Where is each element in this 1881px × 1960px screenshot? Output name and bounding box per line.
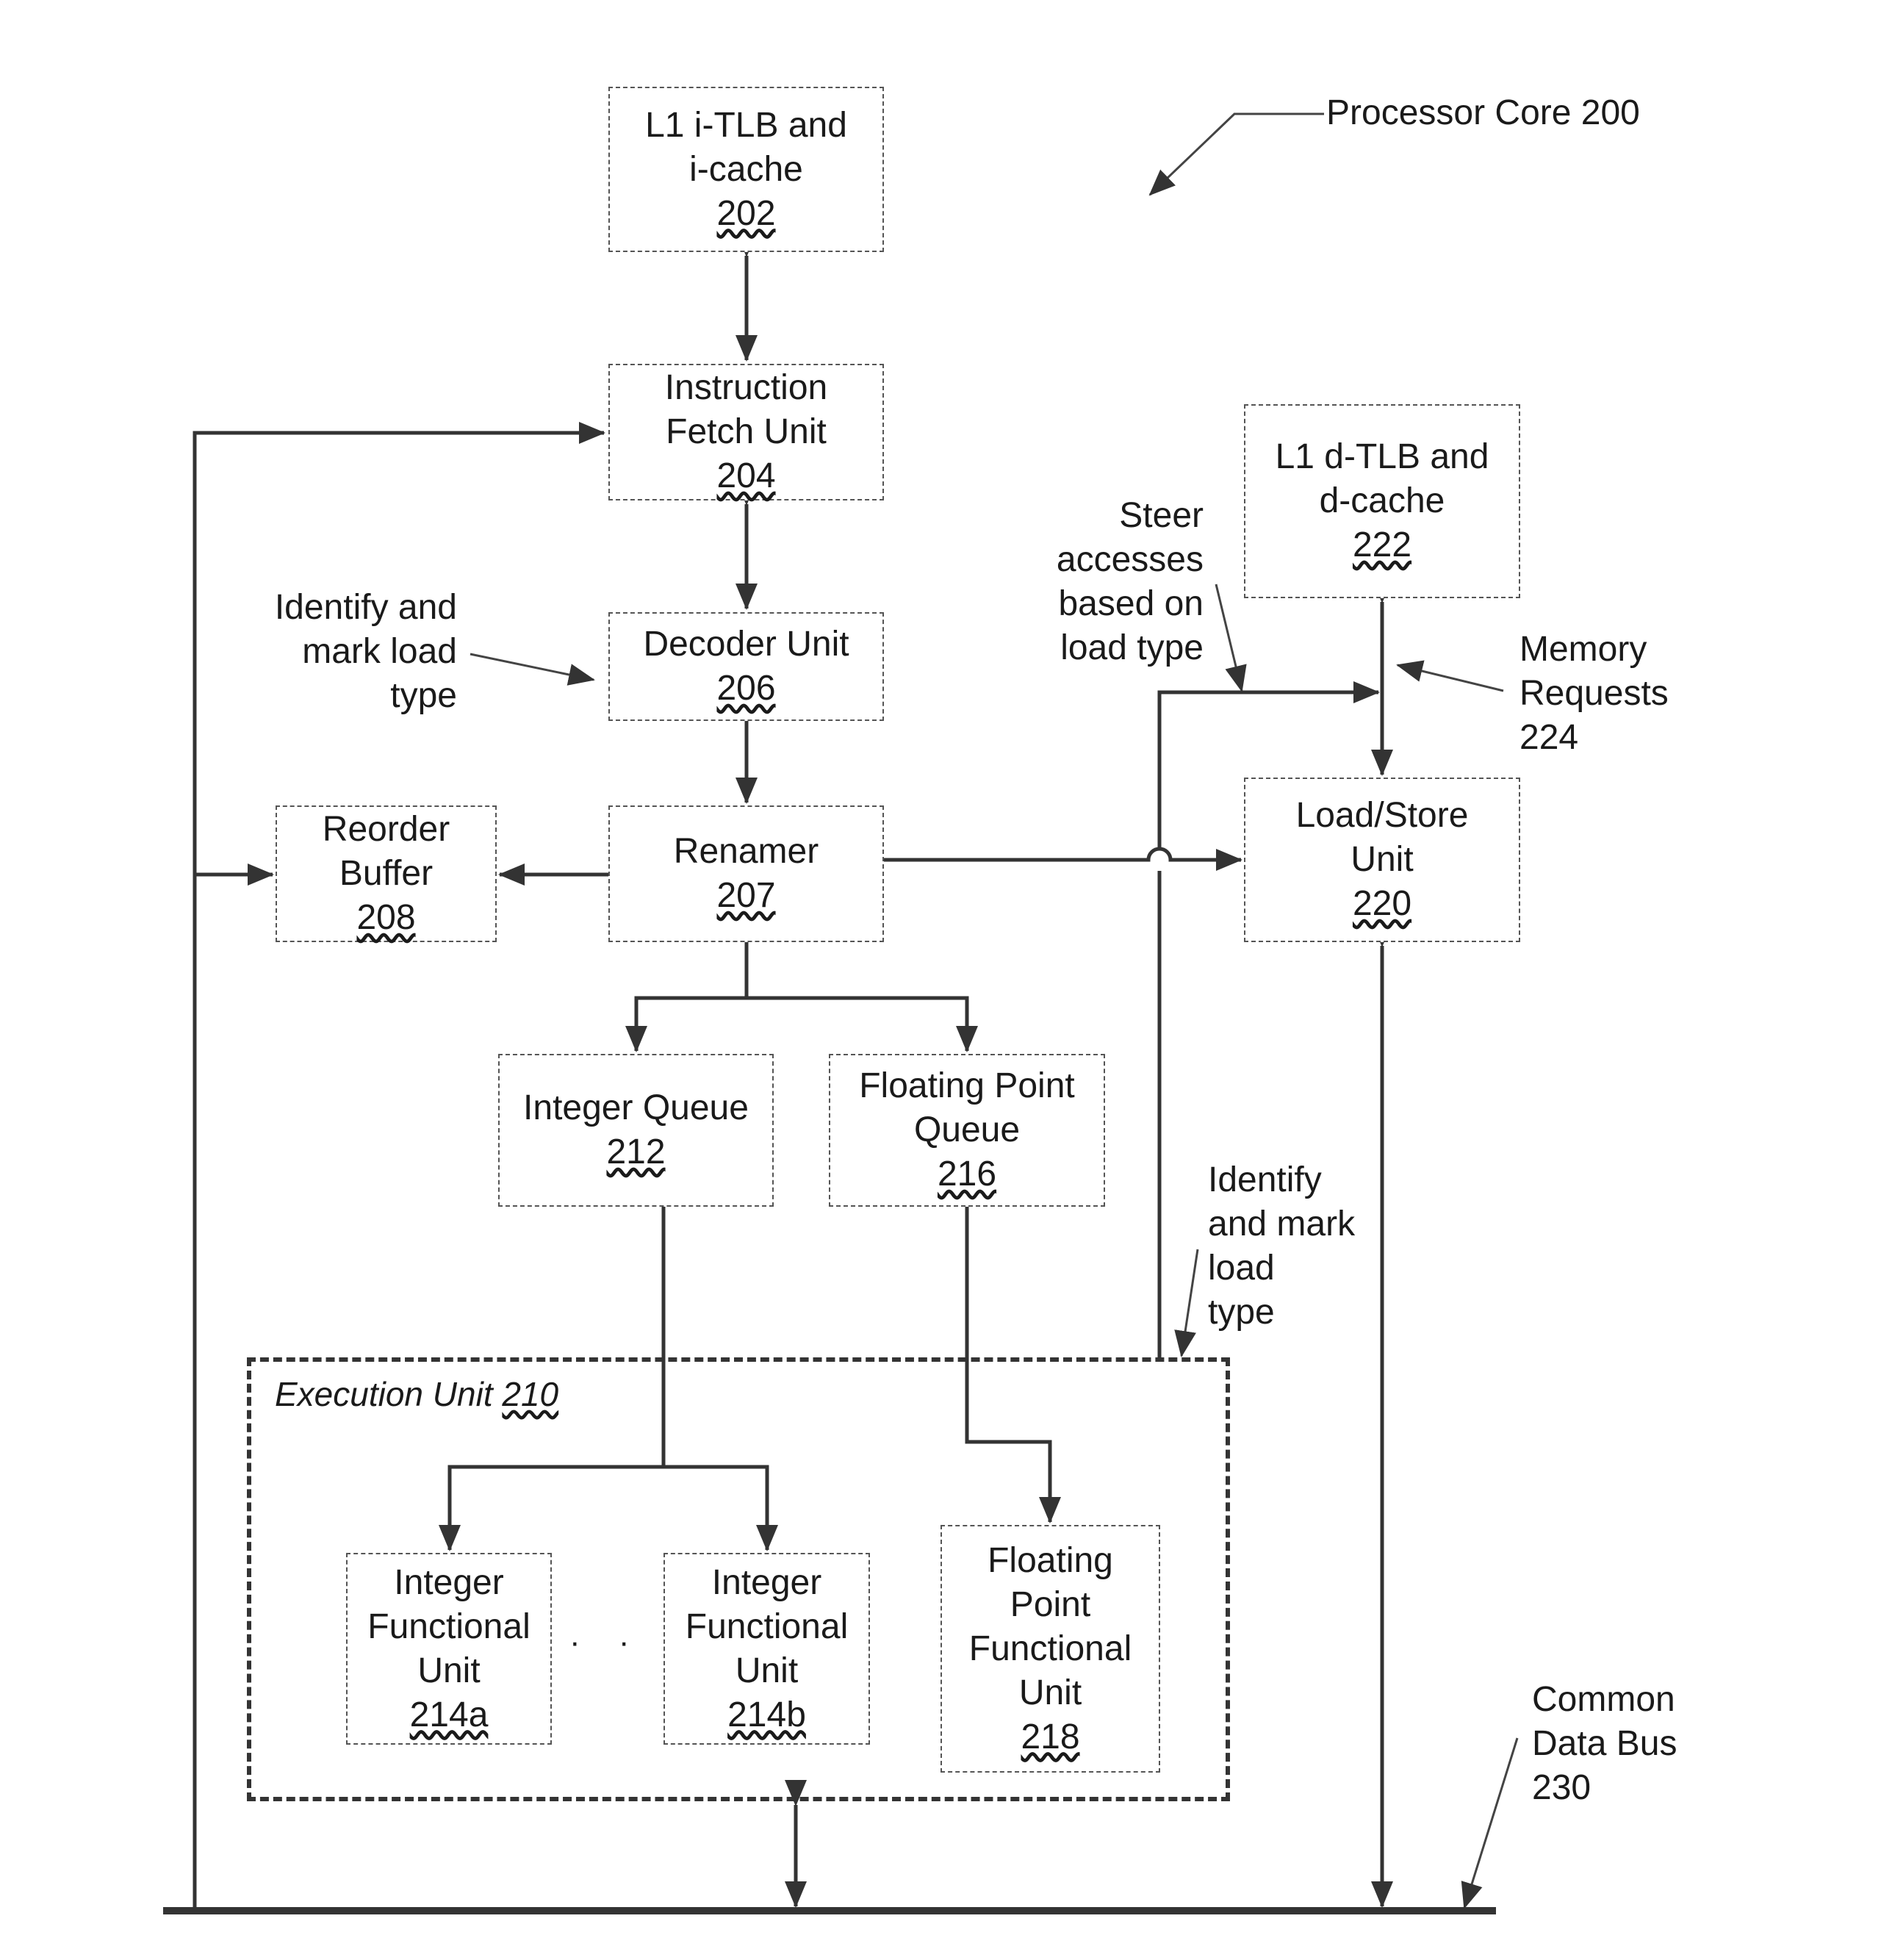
block-reorder-buffer[interactable]: Reorder Buffer 208 (276, 805, 497, 942)
wire-renamer-split (625, 942, 749, 1052)
block-integer-functional-unit-a[interactable]: Integer Functional Unit 214a (346, 1553, 552, 1745)
arrow-renamer-lsu (884, 847, 1242, 871)
annotation-common-data-bus: Common Data Bus 230 (1532, 1680, 1677, 1807)
block-load-store-unit[interactable]: Load/Store Unit 220 (1244, 778, 1520, 942)
figure-title: Processor Core 200 (1326, 93, 1640, 132)
callout-identify-decoder (470, 653, 595, 686)
annotation-identify-exec: Identify and mark load type (1208, 1160, 1356, 1332)
callout-memory-requests (1396, 660, 1504, 692)
annotation-identify-decoder: Identify and mark load type (274, 588, 457, 715)
block-instruction-fetch-unit[interactable]: Instruction Fetch Unit 204 (608, 364, 884, 500)
block-renamer[interactable]: Renamer 207 (608, 805, 884, 942)
block-itlb-icache[interactable]: L1 i-TLB and i-cache 202 (608, 87, 884, 252)
block-decoder-unit[interactable]: Decoder Unit 206 (608, 612, 884, 721)
annotation-memory-requests: Memory Requests 224 (1519, 630, 1669, 757)
callout-identify-exec (1174, 1249, 1199, 1357)
block-integer-functional-unit-b[interactable]: Integer Functional Unit 214b (663, 1553, 870, 1745)
annotation-steer-accesses: Steer accesses based on load type (1056, 496, 1204, 667)
block-integer-queue[interactable]: Integer Queue 212 (498, 1054, 774, 1207)
block-dtlb-dcache[interactable]: L1 d-TLB and d-cache 222 (1244, 404, 1520, 598)
execution-unit-label: Execution Unit 210 (275, 1375, 559, 1413)
block-floating-point-functional-unit[interactable]: Floating Point Functional Unit 218 (940, 1525, 1160, 1773)
callout-common-data-bus (1461, 1737, 1519, 1909)
callout-steer (1215, 584, 1247, 692)
block-floating-point-queue[interactable]: Floating Point Queue 216 (829, 1054, 1105, 1207)
callout-processor-core (1148, 112, 1324, 196)
wire-renamer-fpq (747, 996, 978, 1052)
